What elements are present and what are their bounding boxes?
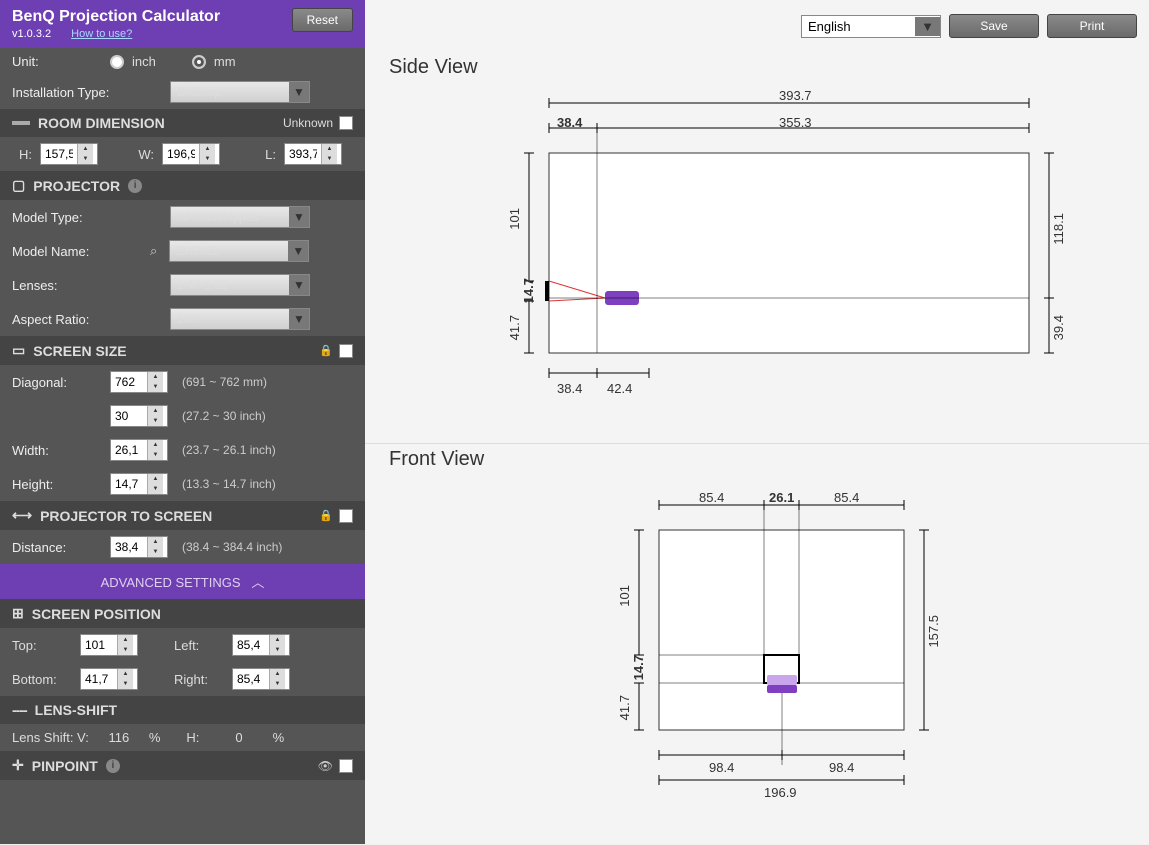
chevron-down-icon: ▼ <box>915 17 940 36</box>
front-view-diagram: 85.4 26.1 85.4 101 14.7 41.7 157.5 98.4 … <box>389 485 1149 845</box>
language-select[interactable]: English▼ <box>801 15 941 38</box>
bottom-input[interactable]: ▲▼ <box>80 668 138 690</box>
left-input[interactable]: ▲▼ <box>232 634 290 656</box>
projector-icon: ▢ <box>12 177 25 194</box>
width-label: Width: <box>12 443 102 458</box>
pts-lock-checkbox[interactable] <box>339 509 353 523</box>
info-icon[interactable]: i <box>128 179 142 193</box>
line-icon <box>12 121 30 125</box>
distance-input[interactable]: ▲▼ <box>110 536 168 558</box>
pinpoint-checkbox[interactable] <box>339 759 353 773</box>
app-title: BenQ Projection Calculator <box>12 8 220 26</box>
chevron-down-icon: ▼ <box>289 82 309 102</box>
save-button[interactable]: Save <box>949 14 1039 38</box>
chevron-down-icon: ▼ <box>288 241 308 261</box>
advanced-toggle[interactable]: ADVANCED SETTINGS ︿ <box>0 564 365 599</box>
info-icon[interactable]: i <box>106 759 120 773</box>
print-button[interactable]: Print <box>1047 14 1137 38</box>
lensshift-h-label: H: <box>186 730 199 745</box>
room-l-label: L: <box>256 147 276 162</box>
search-icon[interactable]: ⌕ <box>150 243 157 259</box>
aspect-label: Aspect Ratio: <box>12 312 162 327</box>
lenses-select[interactable]: 1.47-1.62▼ <box>170 274 310 296</box>
aspect-select[interactable]: 16:9▼ <box>170 308 310 330</box>
top-input[interactable]: ▲▼ <box>80 634 138 656</box>
right-input[interactable]: ▲▼ <box>232 668 290 690</box>
app-header: BenQ Projection Calculator v1.0.3.2 How … <box>0 0 365 48</box>
bottom-label: Bottom: <box>12 672 72 687</box>
width-input[interactable]: ▲▼ <box>110 439 168 461</box>
room-h-input[interactable]: ▲▼ <box>40 143 98 165</box>
diag-mm-hint: (691 ~ 762 mm) <box>182 375 267 389</box>
reset-button[interactable]: Reset <box>292 8 353 32</box>
height-input[interactable]: ▲▼ <box>110 473 168 495</box>
unit-label: Unit: <box>12 54 102 69</box>
diag-mm-input[interactable]: ▲▼ <box>110 371 168 393</box>
install-label: Installation Type: <box>12 85 162 100</box>
unit-mm-radio[interactable] <box>192 55 206 69</box>
projector-header: ▢PROJECTORi <box>0 171 365 200</box>
side-view-title: Side View <box>365 52 1149 93</box>
lock-icon[interactable]: 🔒 <box>319 344 333 357</box>
lenses-label: Lenses: <box>12 278 162 293</box>
unit-inch-label: inch <box>132 54 156 69</box>
modeltype-select[interactable]: All model types▼ <box>170 206 310 228</box>
top-label: Top: <box>12 638 72 653</box>
diag-in-input[interactable]: ▲▼ <box>110 405 168 427</box>
distance-hint: (38.4 ~ 384.4 inch) <box>182 540 282 554</box>
width-hint: (23.7 ~ 26.1 inch) <box>182 443 276 457</box>
position-icon: ⊞ <box>12 605 24 622</box>
chevron-down-icon: ▼ <box>289 309 309 329</box>
dashes-icon: ---- <box>12 702 27 718</box>
height-label: Height: <box>12 477 102 492</box>
chevron-down-icon: ▼ <box>289 275 309 295</box>
unit-inch-radio[interactable] <box>110 55 124 69</box>
right-label: Right: <box>174 672 224 687</box>
pts-header: ⟷PROJECTOR TO SCREEN 🔒 <box>0 501 365 530</box>
screen-lock-checkbox[interactable] <box>339 344 353 358</box>
lensshift-v-value: 116 <box>108 730 129 745</box>
howto-link[interactable]: How to use? <box>71 28 132 40</box>
room-dimension-header: ROOM DIMENSION Unknown <box>0 109 365 137</box>
distance-icon: ⟷ <box>12 507 32 524</box>
side-view-diagram: 393.7 38.4 355.3 101 14.7 41.7 118.1 39.… <box>389 93 1149 443</box>
modelname-label: Model Name: <box>12 244 142 259</box>
unknown-checkbox[interactable] <box>339 116 353 130</box>
pinpoint-header: ✛PINPOINTi 👁 <box>0 751 365 780</box>
eye-icon[interactable]: 👁 <box>318 759 333 773</box>
front-view-title: Front View <box>365 444 1149 485</box>
crosshair-icon: ✛ <box>12 757 24 774</box>
version-label: v1.0.3.2 <box>12 28 51 40</box>
room-l-input[interactable]: ▲▼ <box>284 143 342 165</box>
modeltype-label: Model Type: <box>12 210 162 225</box>
unit-mm-label: mm <box>214 54 236 69</box>
screen-size-header: ▭SCREEN SIZE 🔒 <box>0 336 365 365</box>
lensshift-h-value: 0 <box>235 730 242 745</box>
left-label: Left: <box>174 638 224 653</box>
modelname-select[interactable]: BH3002▼ <box>169 240 309 262</box>
install-type-select[interactable]: Desktop▼ <box>170 81 310 103</box>
chevron-up-icon: ︿ <box>251 575 264 590</box>
diag-in-hint: (27.2 ~ 30 inch) <box>182 409 266 423</box>
room-w-input[interactable]: ▲▼ <box>162 143 220 165</box>
room-h-label: H: <box>12 147 32 162</box>
lensshift-header: ----LENS-SHIFT <box>0 696 365 724</box>
position-header: ⊞SCREEN POSITION <box>0 599 365 628</box>
diagonal-label: Diagonal: <box>12 375 102 390</box>
room-w-label: W: <box>134 147 154 162</box>
lock-icon[interactable]: 🔒 <box>319 509 333 522</box>
height-hint: (13.3 ~ 14.7 inch) <box>182 477 276 491</box>
lensshift-v-label: Lens Shift: V: <box>12 730 89 745</box>
screen-icon: ▭ <box>12 342 25 359</box>
chevron-down-icon: ▼ <box>289 207 309 227</box>
distance-label: Distance: <box>12 540 102 555</box>
